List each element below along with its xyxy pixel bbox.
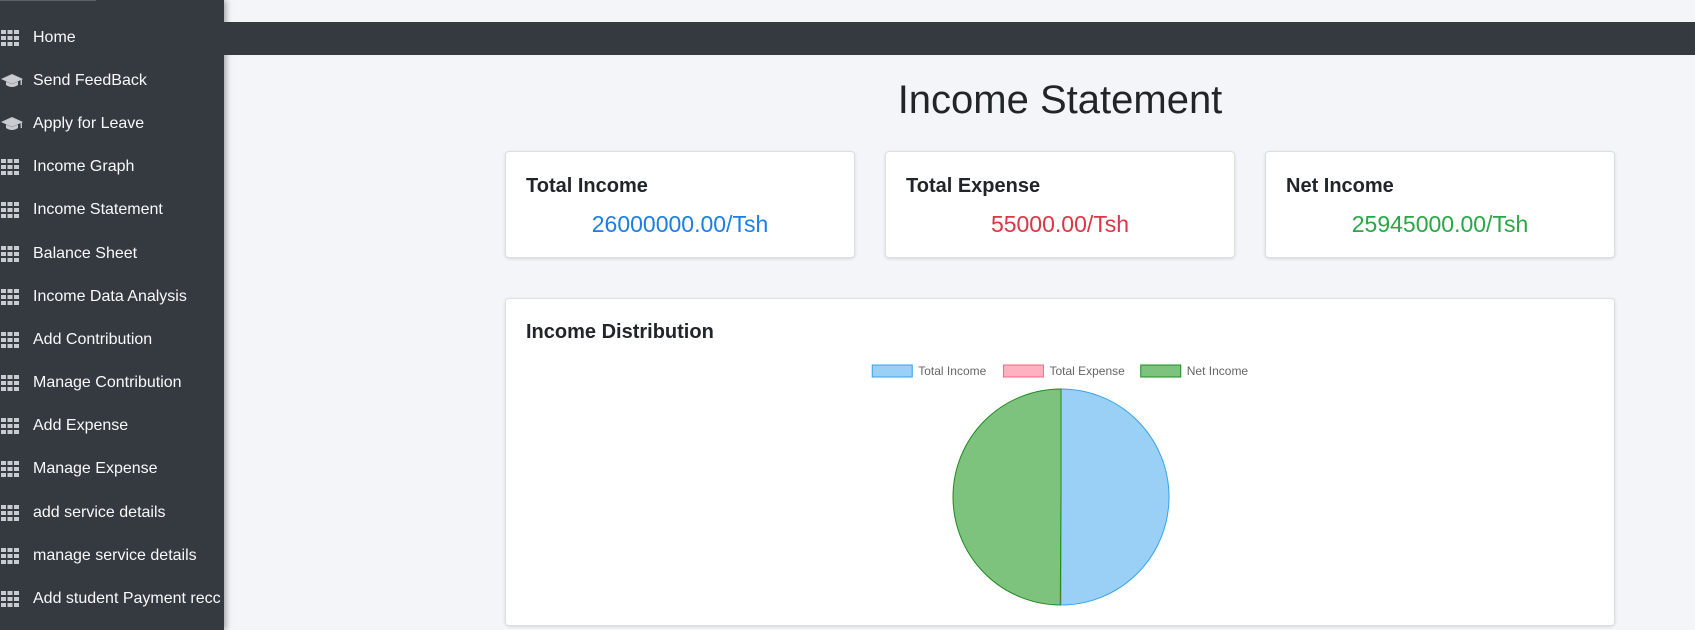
sidebar-item-label: Manage Contribution: [33, 374, 182, 392]
sidebar: Home Send FeedBack Apply for Leave Income G…: [0, 0, 224, 630]
pie-slice-net-income[interactable]: [952, 388, 1062, 606]
sidebar-item-home[interactable]: Home: [0, 16, 224, 59]
grid-icon: [0, 330, 33, 350]
grid-icon: [0, 546, 33, 566]
graduation-cap-icon: [0, 71, 33, 91]
sidebar-item-label: Income Statement: [33, 201, 163, 219]
legend-item[interactable]: Total Income: [871, 364, 987, 378]
sidebar-item-apply-for-leave[interactable]: Apply for Leave: [0, 102, 224, 145]
pie-slice-total-income[interactable]: [1060, 388, 1170, 606]
total-expense-title: Total Expense: [906, 175, 1041, 197]
sidebar-item-label: Balance Sheet: [33, 244, 138, 262]
grid-icon: [0, 157, 33, 177]
sidebar-item-income-data-analysis[interactable]: Income Data Analysis: [0, 275, 224, 318]
sidebar-item-label: add service details: [33, 503, 166, 521]
total-income-title: Total Income: [526, 175, 648, 197]
legend-label: Total Income: [918, 364, 986, 378]
sidebar-item-manage-service-details[interactable]: manage service details: [0, 534, 224, 577]
sidebar-item-label: Add Expense: [33, 417, 129, 435]
total-expense-value: 55000.00/Tsh: [990, 211, 1130, 237]
sidebar-item-label: manage service details: [33, 546, 197, 564]
sidebar-item-label: Income Data Analysis: [33, 287, 187, 305]
sidebar-item-label: Home: [33, 28, 76, 46]
grid-icon: [0, 244, 33, 264]
legend-label: Net Income: [1187, 364, 1249, 378]
legend-item[interactable]: Net Income: [1140, 364, 1249, 378]
sidebar-item-add-contribution[interactable]: Add Contribution: [0, 318, 224, 361]
sidebar-item-manage-contribution[interactable]: Manage Contribution: [0, 362, 224, 405]
sidebar-item-label: Add student Payment recc: [33, 590, 221, 608]
top-navbar: [224, 22, 1695, 55]
total-income-value: 26000000.00/Tsh: [591, 211, 769, 237]
grid-icon: [0, 287, 33, 307]
legend-swatch: [871, 364, 913, 378]
legend-swatch: [1002, 364, 1044, 378]
income-distribution-card: Income Distribution Total Income Total Ex…: [505, 298, 1615, 626]
total-income-card: Total Income 26000000.00/Tsh: [505, 151, 855, 258]
net-income-card: Net Income 25945000.00/Tsh: [1265, 151, 1615, 258]
sidebar-item-balance-sheet[interactable]: Balance Sheet: [0, 232, 224, 275]
net-income-title: Net Income: [1286, 175, 1394, 197]
sidebar-menu: Home Send FeedBack Apply for Leave Income G…: [0, 16, 224, 621]
grid-icon: [0, 459, 33, 479]
grid-icon: [0, 503, 33, 523]
sidebar-item-add-service-details[interactable]: add service details: [0, 491, 224, 534]
sidebar-item-label: Apply for Leave: [33, 114, 145, 132]
grid-icon: [0, 589, 33, 609]
grid-icon: [0, 373, 33, 393]
grid-icon: [0, 416, 33, 436]
sidebar-item-income-statement[interactable]: Income Statement: [0, 189, 224, 232]
sidebar-item-label: Income Graph: [33, 158, 135, 176]
legend-item[interactable]: Total Expense: [1002, 364, 1125, 378]
net-income-value: 25945000.00/Tsh: [1351, 211, 1529, 237]
sidebar-item-label: Manage Expense: [33, 460, 158, 478]
sidebar-item-add-student-payment-recc[interactable]: Add student Payment recc: [0, 577, 224, 620]
page-title: Income Statement: [897, 78, 1223, 122]
sidebar-item-add-expense[interactable]: Add Expense: [0, 405, 224, 448]
sidebar-item-label: Send FeedBack: [33, 71, 147, 89]
grid-icon: [0, 28, 33, 48]
sidebar-item-send-feedback[interactable]: Send FeedBack: [0, 59, 224, 102]
legend-label: Total Expense: [1049, 364, 1125, 378]
sidebar-item-income-graph[interactable]: Income Graph: [0, 146, 224, 189]
graduation-cap-icon: [0, 114, 33, 134]
sidebar-divider: [0, 0, 96, 1]
total-expense-card: Total Expense 55000.00/Tsh: [885, 151, 1235, 258]
legend-swatch: [1140, 364, 1182, 378]
grid-icon: [0, 200, 33, 220]
sidebar-item-manage-expense[interactable]: Manage Expense: [0, 448, 224, 491]
sidebar-item-label: Add Contribution: [33, 330, 153, 348]
income-distribution-pie-chart: Total Income Total Expense Net Income: [871, 364, 1249, 606]
